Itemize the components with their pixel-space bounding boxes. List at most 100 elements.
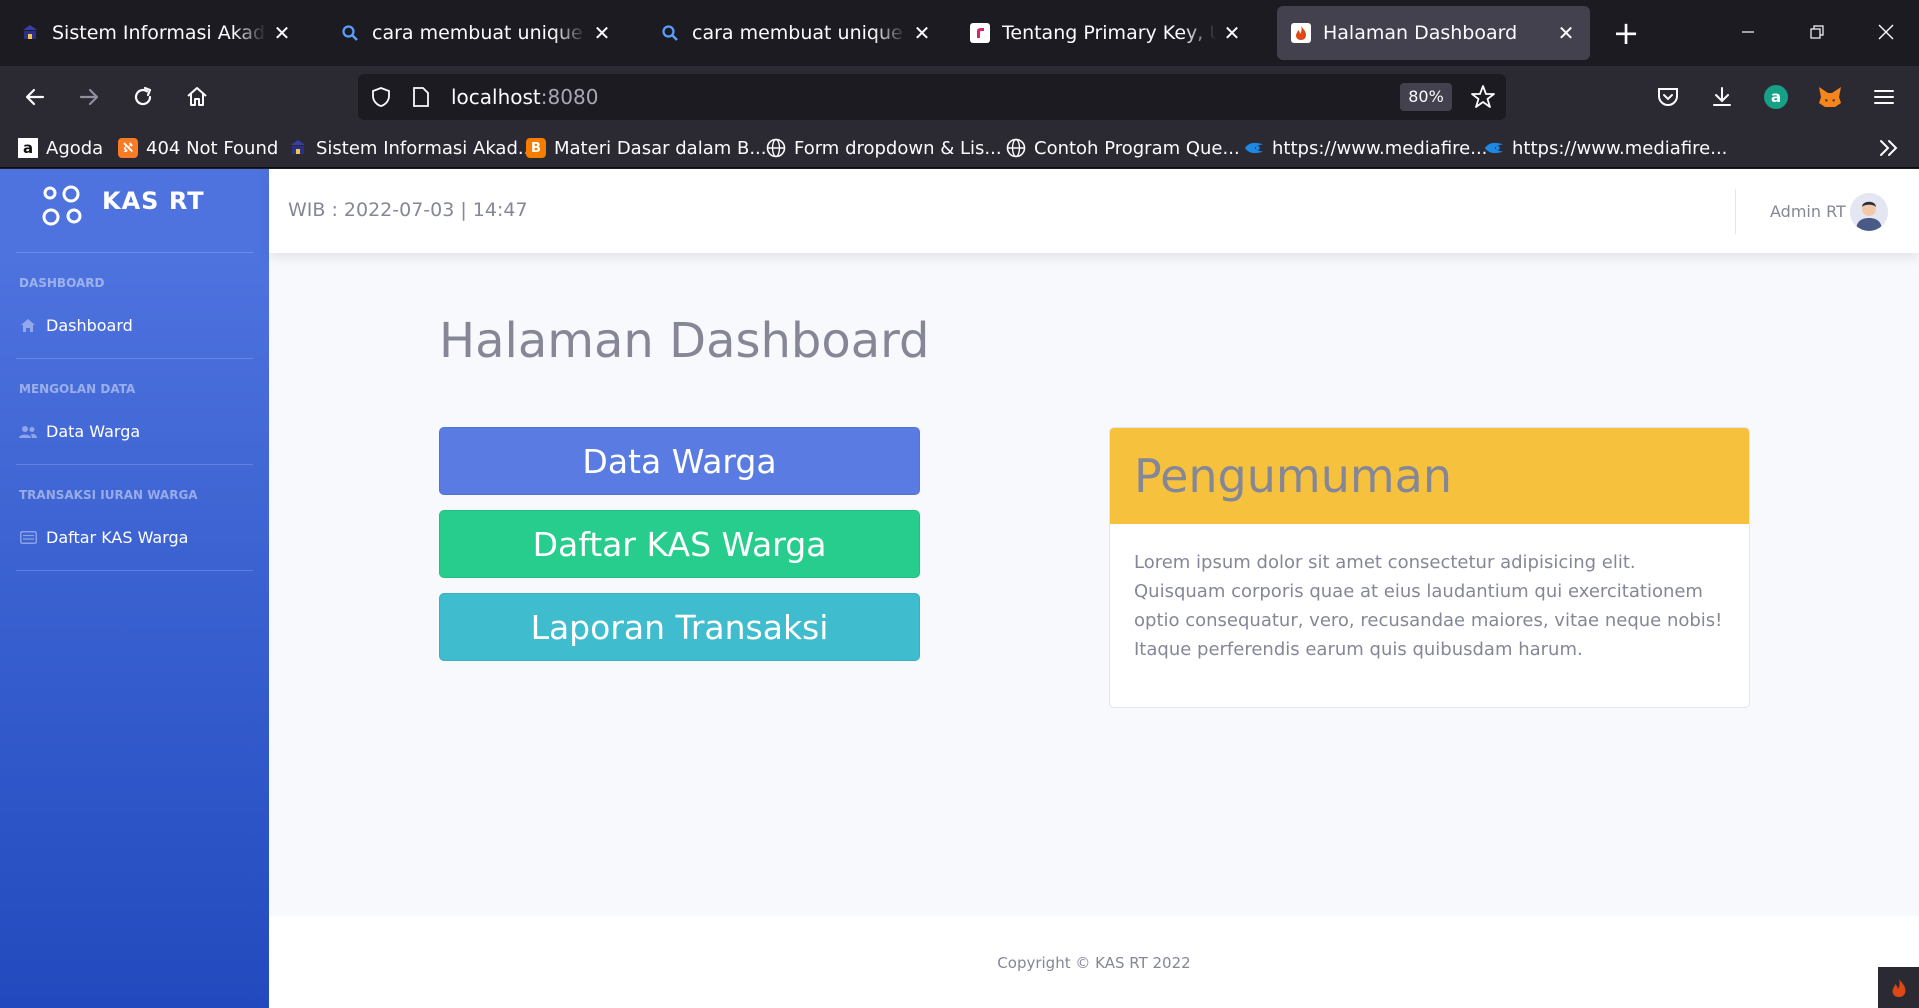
pocket-button[interactable] [1651, 80, 1685, 114]
extension-a-button[interactable]: a [1759, 80, 1793, 114]
sidebar-item-label: Daftar KAS Warga [46, 528, 189, 547]
browser-tab-bar: Sistem Informasi Akademik ✕ cara membuat… [0, 0, 1919, 66]
bookmark-label: Form dropdown & Lis... [794, 137, 1002, 159]
blogger-favicon-icon: B [526, 138, 546, 158]
fox-icon [1819, 87, 1841, 107]
mediafire-favicon-icon [1244, 138, 1264, 158]
sidebar-item-dashboard[interactable]: Dashboard [19, 316, 133, 335]
reload-button[interactable] [126, 80, 160, 114]
close-icon[interactable]: ✕ [1222, 21, 1242, 45]
announcement-header: Pengumuman [1110, 428, 1749, 524]
minimize-icon [1742, 31, 1754, 33]
topbar-divider [1735, 189, 1736, 234]
list-icon [19, 530, 37, 546]
sidebar-item-data-warga[interactable]: Data Warga [19, 422, 140, 441]
close-icon[interactable]: ✕ [592, 21, 612, 45]
url-text[interactable]: localhost:8080 [451, 85, 598, 109]
close-icon[interactable]: ✕ [272, 21, 292, 45]
bookmark-item[interactable]: B Materi Dasar dalam B... [526, 136, 767, 160]
forward-button[interactable] [72, 80, 106, 114]
bookmark-item[interactable]: https://www.mediafire... [1244, 136, 1487, 160]
close-icon [1878, 24, 1894, 40]
browser-tab[interactable]: cara membuat unique di database ✕ [326, 6, 626, 60]
bookmark-label: https://www.mediafire... [1272, 137, 1488, 159]
bookmark-label: Materi Dasar dalam B... [554, 137, 767, 159]
address-bar[interactable]: localhost:8080 80% [358, 74, 1506, 120]
new-tab-button[interactable]: + [1608, 16, 1644, 52]
announcement-title: Pengumuman [1134, 449, 1453, 503]
topbar: WIB : 2022-07-03 | 14:47 Admin RT [269, 169, 1919, 253]
globe-icon [766, 138, 786, 158]
hamburger-icon [1874, 90, 1894, 104]
announcement-body: Lorem ipsum dolor sit amet consectetur a… [1134, 552, 1723, 660]
bookmark-label: Contoh Program Que... [1034, 137, 1240, 159]
sidebar-item-label: Dashboard [46, 316, 133, 335]
search-icon [340, 23, 360, 43]
minimize-button[interactable] [1728, 14, 1768, 50]
download-icon [1713, 87, 1731, 106]
laporan-transaksi-button[interactable]: Laporan Transaksi [439, 593, 920, 661]
bookmark-item[interactable]: https://www.mediafire... [1484, 136, 1727, 160]
browser-tab-active[interactable]: Halaman Dashboard ✕ [1277, 6, 1590, 60]
bookmark-label: Agoda [46, 137, 104, 159]
close-icon[interactable]: ✕ [1556, 21, 1576, 45]
sidebar-item-daftar-kas-warga[interactable]: Daftar KAS Warga [19, 528, 188, 547]
debug-toolbar-toggle[interactable] [1878, 967, 1919, 1008]
arrow-left-icon [25, 88, 45, 106]
sidebar-heading: TRANSAKSI IURAN WARGA [19, 488, 198, 502]
sidebar-item-label: Data Warga [46, 422, 141, 441]
bookmark-item[interactable]: Sistem Informasi Akad... [288, 136, 535, 160]
home-icon [187, 87, 207, 106]
brand-logo-icon [42, 185, 82, 226]
copyright-text: Copyright © KAS RT 2022 [997, 954, 1191, 972]
pocket-icon [1658, 88, 1678, 106]
bookmark-item[interactable]: a Agoda [18, 136, 103, 160]
tab-title: Halaman Dashboard [1323, 22, 1518, 44]
bookmark-item[interactable]: Form dropdown & Lis... [766, 136, 1002, 160]
close-window-button[interactable] [1866, 14, 1906, 50]
arrow-right-icon [79, 88, 99, 106]
browser-tab[interactable]: Sistem Informasi Akademik ✕ [6, 6, 306, 60]
users-icon [19, 424, 37, 440]
sidebar-divider [16, 252, 253, 253]
search-icon [660, 23, 680, 43]
brand-name: KAS RT [102, 187, 205, 215]
a-extension-icon: a [1764, 85, 1788, 109]
svg-text:a: a [1771, 88, 1781, 106]
browser-tab[interactable]: Tentang Primary Key, Unique Key ✕ [956, 6, 1256, 60]
shield-icon[interactable] [370, 86, 392, 112]
star-icon[interactable] [1470, 84, 1496, 114]
bookmark-label: https://www.mediafire... [1512, 137, 1728, 159]
double-chevron-right-icon [1880, 140, 1898, 156]
zoom-level[interactable]: 80% [1400, 83, 1452, 111]
bookmark-item[interactable]: ℵ 404 Not Found [118, 136, 278, 160]
close-icon[interactable]: ✕ [912, 21, 932, 45]
bookmarks-overflow-button[interactable] [1878, 136, 1900, 160]
mediafire-favicon-icon [1484, 138, 1504, 158]
avatar[interactable] [1850, 193, 1888, 231]
user-avatar-icon [1850, 193, 1888, 231]
bookmark-item[interactable]: Contoh Program Que... [1006, 136, 1240, 160]
back-button[interactable] [18, 80, 52, 114]
globe-icon [1006, 138, 1026, 158]
bookmarks-bar: a Agoda ℵ 404 Not Found Sistem Informasi… [0, 128, 1919, 168]
daftar-kas-warga-button[interactable]: Daftar KAS Warga [439, 510, 920, 578]
data-warga-button[interactable]: Data Warga [439, 427, 920, 495]
home-button[interactable] [180, 80, 214, 114]
menu-button[interactable] [1867, 80, 1901, 114]
restore-button[interactable] [1797, 14, 1837, 50]
bookmark-label: Sistem Informasi Akad... [316, 137, 536, 159]
page-icon[interactable] [412, 86, 430, 112]
codeigniter-favicon-icon [1291, 23, 1311, 43]
sidebar-brand[interactable]: KAS RT [40, 183, 205, 229]
browser-tab[interactable]: cara membuat unique di database ✕ [646, 6, 946, 60]
sidebar: KAS RT DASHBOARD Dashboard MENGOLAN DATA… [0, 169, 269, 1008]
downloads-button[interactable] [1705, 80, 1739, 114]
tab-title: cara membuat unique di database [372, 22, 586, 44]
user-name[interactable]: Admin RT [1770, 202, 1846, 221]
reload-icon [134, 86, 152, 106]
tab-title: Sistem Informasi Akademik [52, 22, 266, 44]
metamask-button[interactable] [1813, 80, 1847, 114]
announcement-card: Pengumuman Lorem ipsum dolor sit amet co… [1109, 427, 1750, 708]
clock-text: WIB : 2022-07-03 | 14:47 [288, 199, 528, 221]
